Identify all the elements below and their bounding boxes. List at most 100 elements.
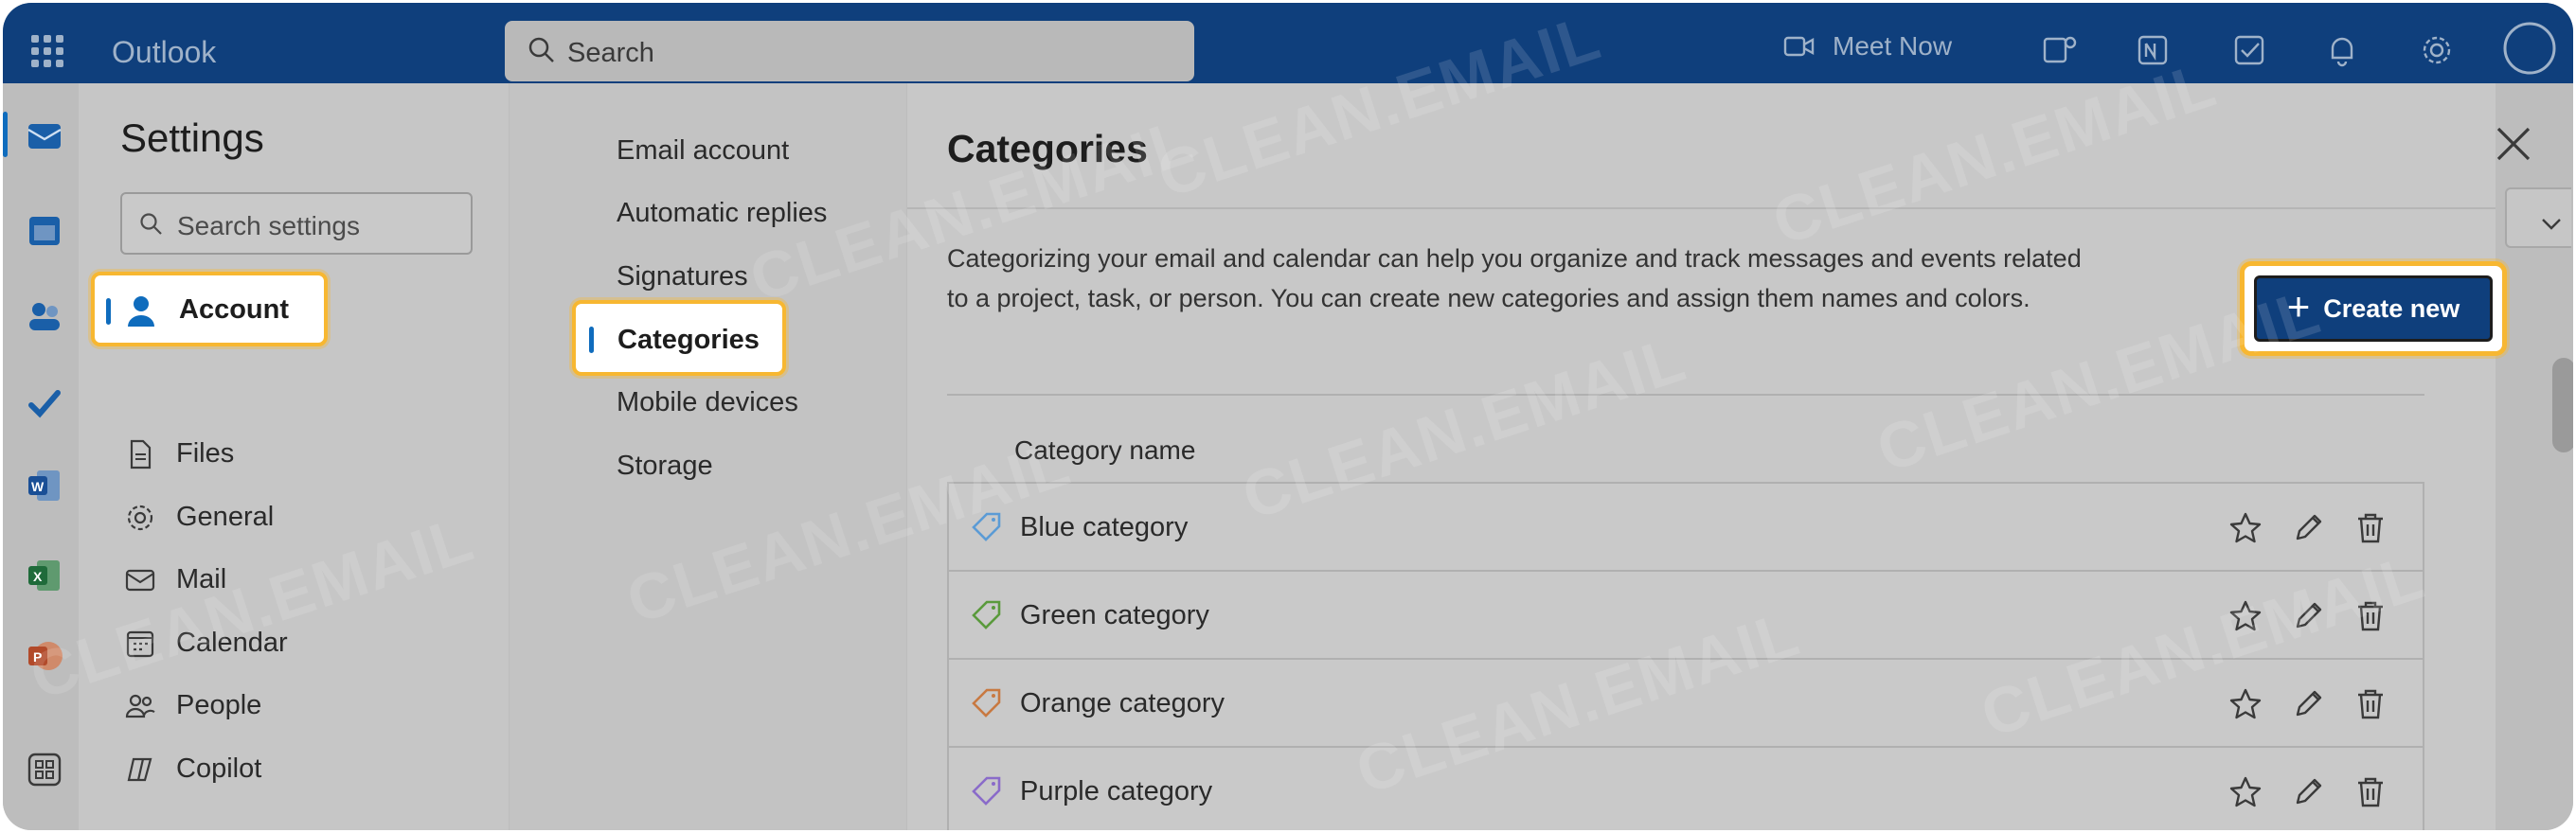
app-launcher-icon[interactable] [31, 35, 63, 67]
video-icon [1783, 36, 1815, 57]
nav-item-mail[interactable]: Mail [79, 548, 510, 611]
nav-item-calendar[interactable]: Calendar [79, 611, 510, 674]
subnav-email-account[interactable]: Email account [617, 135, 789, 167]
create-new-label: Create new [2323, 293, 2460, 323]
copilot-icon [127, 757, 152, 782]
search-icon [140, 213, 162, 235]
search-icon [528, 37, 554, 62]
top-bar: Outlook Search Meet Now [3, 3, 2573, 83]
categories-pane: Categories Categorizing your email and c… [907, 83, 2531, 830]
category-name: Orange category [1020, 688, 1225, 718]
active-indicator [589, 327, 594, 353]
people-app-icon[interactable] [26, 296, 63, 334]
settings-nav: Settings Search settings Account Files G… [79, 83, 510, 830]
teams-icon[interactable] [2041, 31, 2079, 69]
document-icon [130, 439, 152, 470]
settings-title: Settings [120, 115, 264, 160]
edit-icon[interactable] [2290, 774, 2326, 810]
nav-item-label: Files [176, 438, 235, 469]
close-icon[interactable] [2491, 121, 2536, 167]
column-header-category-name: Category name [1014, 435, 1196, 465]
tag-icon [972, 600, 1001, 629]
settings-search-placeholder: Search settings [177, 211, 360, 240]
pane-title: Categories [947, 127, 1148, 170]
todo-app-icon[interactable] [26, 384, 63, 422]
word-app-icon[interactable]: W [26, 467, 63, 505]
delete-icon[interactable] [2352, 598, 2388, 634]
category-row[interactable]: Orange category [947, 658, 2424, 746]
subnav-signatures[interactable]: Signatures [617, 261, 748, 292]
todo-icon[interactable] [2230, 31, 2268, 69]
edit-icon[interactable] [2290, 598, 2326, 634]
nav-item-copilot[interactable]: Copilot [79, 737, 510, 800]
active-indicator [106, 298, 111, 325]
create-new-button[interactable]: + Create new [2254, 275, 2493, 342]
tag-icon [972, 776, 1001, 806]
app-rail: W X P [3, 83, 79, 830]
background-page [2496, 83, 2573, 830]
excel-app-icon[interactable]: X [26, 557, 63, 594]
nav-item-label: General [176, 502, 275, 532]
tag-icon [972, 688, 1001, 718]
subnav-storage[interactable]: Storage [617, 451, 713, 482]
search-placeholder: Search [567, 38, 654, 68]
plus-icon: + [2286, 284, 2311, 328]
gear-icon [127, 505, 153, 531]
gear-icon[interactable] [2418, 31, 2456, 69]
delete-icon[interactable] [2352, 510, 2388, 546]
nav-item-label: Mail [176, 564, 227, 594]
nav-item-files[interactable]: Files [79, 422, 510, 485]
nav-item-general[interactable]: General [79, 486, 510, 548]
subnav-categories[interactable]: Categories [572, 300, 786, 376]
svg-text:P: P [33, 649, 42, 665]
nav-item-account[interactable]: Account [91, 272, 328, 346]
star-icon[interactable] [2227, 774, 2263, 810]
more-apps-icon[interactable] [26, 751, 63, 789]
calendar-icon [126, 630, 154, 658]
edit-icon[interactable] [2290, 686, 2326, 722]
settings-search-input[interactable]: Search settings [120, 192, 473, 255]
background-scrollbar [2552, 358, 2573, 452]
tag-icon [972, 512, 1001, 541]
divider [947, 394, 2424, 396]
search-box[interactable]: Search [505, 21, 1194, 81]
nav-item-label: Copilot [176, 753, 262, 784]
edit-icon[interactable] [2290, 510, 2326, 546]
nav-item-people[interactable]: People [79, 674, 510, 736]
nav-item-label: Calendar [176, 628, 288, 658]
star-icon[interactable] [2227, 510, 2263, 546]
nav-item-label: People [176, 690, 262, 720]
powerpoint-app-icon[interactable]: P [26, 637, 63, 675]
category-row[interactable]: Green category [947, 570, 2424, 658]
onenote-icon[interactable] [2134, 31, 2172, 69]
meet-now-label: Meet Now [1833, 31, 1953, 61]
pane-description: Categorizing your email and calendar can… [947, 244, 2082, 312]
bell-icon[interactable] [2323, 31, 2361, 69]
delete-icon[interactable] [2352, 774, 2388, 810]
meet-now-button[interactable]: Meet Now [1783, 31, 1952, 62]
avatar-icon[interactable] [2501, 20, 2558, 77]
category-name: Purple category [1020, 776, 1213, 806]
subnav-automatic-replies[interactable]: Automatic replies [617, 198, 827, 229]
subnav-label: Categories [617, 325, 760, 355]
mail-app-icon[interactable] [26, 116, 63, 154]
app-name: Outlook [112, 35, 217, 69]
calendar-app-icon[interactable] [26, 211, 63, 249]
category-row[interactable]: Purple category [947, 746, 2424, 830]
settings-subnav: Email account Automatic replies Signatur… [510, 83, 907, 830]
category-name: Green category [1020, 600, 1209, 630]
outlook-window: Outlook Search Meet Now W X P Settings S… [3, 3, 2573, 830]
subnav-mobile-devices[interactable]: Mobile devices [617, 387, 798, 418]
category-row[interactable]: Blue category [947, 482, 2424, 570]
star-icon[interactable] [2227, 598, 2263, 634]
create-new-highlight: + Create new [2240, 261, 2507, 356]
star-icon[interactable] [2227, 686, 2263, 722]
rail-active-indicator [3, 112, 8, 157]
svg-text:X: X [33, 569, 43, 584]
mail-icon [125, 569, 155, 592]
nav-item-label: Account [179, 294, 289, 325]
divider [907, 207, 2496, 209]
delete-icon[interactable] [2352, 686, 2388, 722]
chevron-down-icon [2542, 219, 2561, 230]
svg-text:W: W [31, 479, 45, 494]
